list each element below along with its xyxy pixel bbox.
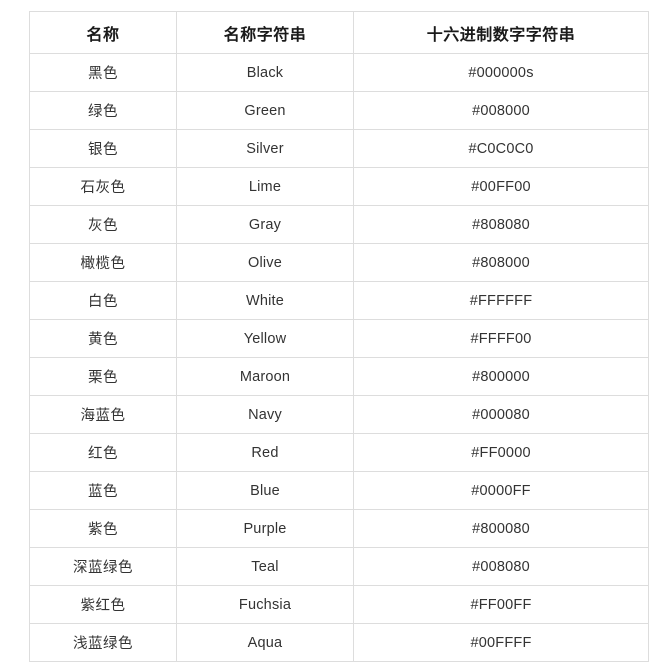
cell-color-hex: #800080 xyxy=(353,509,649,548)
cell-color-string: Maroon xyxy=(176,357,354,396)
cell-color-hex: #000000s xyxy=(353,53,649,92)
cell-color-name: 红色 xyxy=(29,433,177,472)
cell-color-string: Silver xyxy=(176,129,354,168)
cell-color-name: 栗色 xyxy=(29,357,177,396)
cell-color-name: 灰色 xyxy=(29,205,177,244)
cell-color-name: 蓝色 xyxy=(29,471,177,510)
cell-color-name: 绿色 xyxy=(29,91,177,130)
cell-color-hex: #FF00FF xyxy=(353,585,649,624)
table-body: 黑色 Black #000000s 绿色 Green #008000 银色 Silver #C0… xyxy=(29,53,649,662)
table-row: 橄榄色 Olive #808000 xyxy=(29,243,649,282)
cell-color-string: Red xyxy=(176,433,354,472)
cell-color-name: 紫红色 xyxy=(29,585,177,624)
table-row: 黑色 Black #000000s xyxy=(29,53,649,92)
table-row: 紫红色 Fuchsia #FF00FF xyxy=(29,585,649,624)
column-header-hex-string: 十六进制数字字符串 xyxy=(353,11,649,54)
table-row: 石灰色 Lime #00FF00 xyxy=(29,167,649,206)
cell-color-name: 黑色 xyxy=(29,53,177,92)
cell-color-string: Navy xyxy=(176,395,354,434)
cell-color-hex: #800000 xyxy=(353,357,649,396)
cell-color-string: Yellow xyxy=(176,319,354,358)
cell-color-string: White xyxy=(176,281,354,320)
table-row: 黄色 Yellow #FFFF00 xyxy=(29,319,649,358)
cell-color-hex: #FFFFFF xyxy=(353,281,649,320)
cell-color-hex: #808000 xyxy=(353,243,649,282)
table-row: 紫色 Purple #800080 xyxy=(29,509,649,548)
cell-color-hex: #0000FF xyxy=(353,471,649,510)
column-header-name: 名称 xyxy=(29,11,177,54)
cell-color-hex: #008080 xyxy=(353,547,649,586)
table-row: 蓝色 Blue #0000FF xyxy=(29,471,649,510)
cell-color-hex: #FF0000 xyxy=(353,433,649,472)
column-header-name-string: 名称字符串 xyxy=(176,11,354,54)
cell-color-string: Teal xyxy=(176,547,354,586)
cell-color-string: Olive xyxy=(176,243,354,282)
table-header: 名称 名称字符串 十六进制数字字符串 xyxy=(29,11,649,54)
cell-color-hex: #C0C0C0 xyxy=(353,129,649,168)
cell-color-name: 海蓝色 xyxy=(29,395,177,434)
cell-color-name: 石灰色 xyxy=(29,167,177,206)
color-reference-table: 名称 名称字符串 十六进制数字字符串 黑色 Black #000000s 绿色 Gree… xyxy=(29,11,649,662)
table-row: 深蓝绿色 Teal #008080 xyxy=(29,547,649,586)
cell-color-string: Blue xyxy=(176,471,354,510)
cell-color-hex: #808080 xyxy=(353,205,649,244)
cell-color-name: 深蓝绿色 xyxy=(29,547,177,586)
cell-color-name: 黄色 xyxy=(29,319,177,358)
cell-color-name: 橄榄色 xyxy=(29,243,177,282)
cell-color-string: Fuchsia xyxy=(176,585,354,624)
cell-color-hex: #008000 xyxy=(353,91,649,130)
table-header-row: 名称 名称字符串 十六进制数字字符串 xyxy=(29,11,649,54)
table-row: 灰色 Gray #808080 xyxy=(29,205,649,244)
cell-color-hex: #00FF00 xyxy=(353,167,649,206)
cell-color-hex: #FFFF00 xyxy=(353,319,649,358)
cell-color-hex: #000080 xyxy=(353,395,649,434)
cell-color-name: 紫色 xyxy=(29,509,177,548)
cell-color-name: 白色 xyxy=(29,281,177,320)
cell-color-string: Black xyxy=(176,53,354,92)
cell-color-string: Green xyxy=(176,91,354,130)
table-row: 银色 Silver #C0C0C0 xyxy=(29,129,649,168)
cell-color-string: Gray xyxy=(176,205,354,244)
table-row: 绿色 Green #008000 xyxy=(29,91,649,130)
table-row: 海蓝色 Navy #000080 xyxy=(29,395,649,434)
color-table-container: 名称 名称字符串 十六进制数字字符串 黑色 Black #000000s 绿色 Gree… xyxy=(29,11,649,662)
table-row: 栗色 Maroon #800000 xyxy=(29,357,649,396)
table-row: 红色 Red #FF0000 xyxy=(29,433,649,472)
table-row: 白色 White #FFFFFF xyxy=(29,281,649,320)
cell-color-string: Lime xyxy=(176,167,354,206)
cell-color-name: 银色 xyxy=(29,129,177,168)
cell-color-string: Purple xyxy=(176,509,354,548)
